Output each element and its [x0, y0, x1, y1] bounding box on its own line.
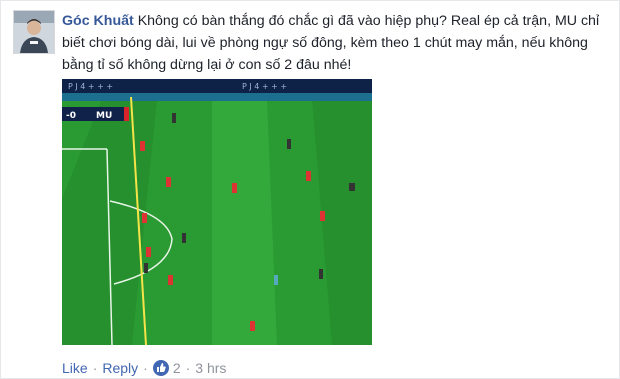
author-name[interactable]: Góc Khuất [62, 13, 134, 29]
comment-timestamp[interactable]: 3 hrs [195, 360, 226, 376]
separator: · [143, 360, 148, 376]
comment-text: Không có bàn thắng đó chắc gì đã vào hiệ… [62, 13, 600, 73]
score-value: -0 [66, 111, 76, 121]
match-photo: P J 4 + + + P J 4 + + + -0 MU [62, 79, 372, 345]
like-icon[interactable] [152, 360, 169, 376]
avatar-image [14, 11, 54, 53]
team-name: MU [96, 111, 112, 121]
like-count[interactable]: 2 [173, 360, 181, 376]
attached-photo[interactable]: P J 4 + + + P J 4 + + + -0 MU [62, 79, 372, 345]
svg-text:P J 4 + + +: P J 4 + + + [242, 82, 287, 91]
separator: · [92, 360, 98, 376]
comment-body: Góc Khuất Không có bàn thắng đó chắc gì … [62, 10, 614, 76]
svg-text:P J 4 + + +: P J 4 + + + [68, 82, 113, 91]
avatar[interactable] [13, 10, 55, 54]
comment-actions: Like · Reply · 2 · 3 hrs [62, 358, 226, 378]
like-link[interactable]: Like [62, 360, 88, 376]
separator: · [185, 360, 191, 376]
reply-link[interactable]: Reply [102, 360, 138, 376]
